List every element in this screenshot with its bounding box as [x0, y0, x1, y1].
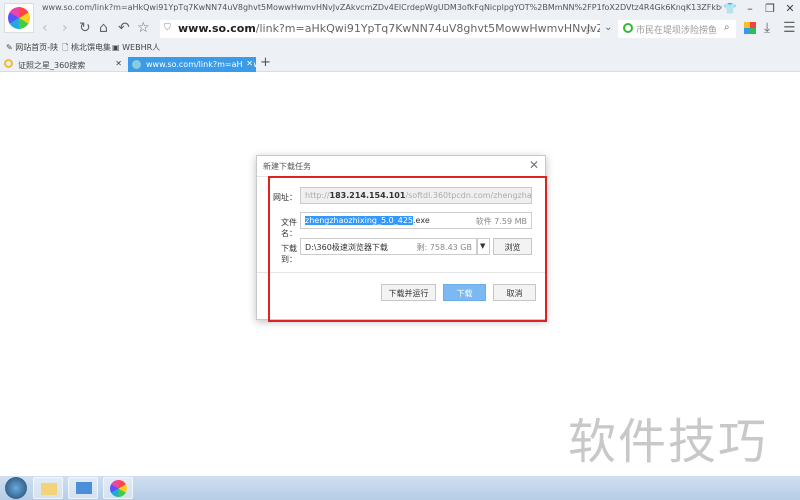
new-download-dialog: 新建下载任务 ✕ 网址： http://183.214.154.101/soft… — [256, 155, 546, 320]
cancel-button[interactable]: 取消 — [493, 284, 536, 301]
star-icon[interactable]: ☆ — [137, 20, 150, 36]
skin-icon[interactable]: 👕 — [722, 2, 738, 15]
taskbar — [0, 476, 800, 500]
search-input[interactable]: 市民在堤坝涉险捞鱼 — [618, 20, 736, 38]
download-run-button[interactable]: 下载并运行 — [381, 284, 436, 301]
file-size: 软件 7.59 MB — [475, 217, 527, 226]
window-title: www.so.com/link?m=aHkQwi91YpTq7KwNN74uV8… — [42, 3, 722, 12]
filename-field[interactable]: zhengzhaozhixing_5.0_425.exe 软件 7.59 MB — [300, 212, 532, 229]
browser-taskbar-icon[interactable] — [103, 477, 133, 499]
refresh-icon[interactable]: ↻ — [79, 20, 91, 36]
close-button[interactable]: ✕ — [782, 2, 798, 15]
browse-button[interactable]: 浏览 — [493, 238, 532, 255]
home-icon[interactable]: ⌂ — [99, 20, 108, 36]
bookmark-item[interactable]: ✎ 网站首页-陕 — [6, 42, 58, 53]
dialog-title: 新建下载任务 — [263, 162, 311, 171]
browser-logo[interactable] — [4, 3, 34, 33]
url-label: 网址： — [273, 193, 297, 202]
saveto-field[interactable]: D:\360极速浏览器下载 剩: 758.43 GB — [300, 238, 477, 255]
start-button[interactable] — [5, 477, 27, 499]
watermark: 软件技巧 — [568, 414, 769, 470]
dialog-close-icon[interactable]: ✕ — [529, 158, 539, 172]
url-field[interactable]: http://183.214.154.101/softdl.360tpcdn.c… — [300, 187, 532, 204]
search-icon[interactable]: ⌕ — [724, 22, 730, 33]
apps-icon[interactable] — [744, 22, 756, 34]
address-bar[interactable]: www.so.com/link?m=aHkQwi91YpTq7KwNN74uV8… — [160, 20, 600, 38]
control-panel-icon[interactable] — [68, 477, 98, 499]
browser-chrome: www.so.com/link?m=aHkQwi91YpTq7KwNN74uV8… — [0, 0, 800, 72]
new-tab-button[interactable]: + — [260, 55, 271, 70]
divider — [257, 176, 545, 177]
saveto-dropdown-icon[interactable]: ▼ — [477, 238, 490, 255]
tab-search[interactable]: 证照之星_360搜索 ✕ — [0, 57, 126, 72]
tab-icon — [4, 59, 13, 68]
download-icon[interactable]: ⤓ — [764, 20, 770, 36]
download-button[interactable]: 下载 — [443, 284, 486, 301]
restore-button[interactable]: ❐ — [762, 2, 778, 15]
free-space: 剩: 758.43 GB — [416, 243, 472, 252]
explorer-icon[interactable] — [33, 477, 63, 499]
shield-icon: ⛉ — [164, 23, 171, 33]
bookmark-item[interactable]: ▣ WEBHR人 — [112, 42, 160, 53]
forward-icon[interactable]: › — [62, 20, 68, 36]
url-domain: www.so.com — [178, 22, 256, 35]
bookmark-item[interactable]: 🗋 桃北馔电集 — [62, 42, 111, 56]
divider — [257, 272, 545, 273]
tab-close-icon[interactable]: ✕ — [115, 59, 122, 68]
dropdown-icon[interactable]: ⌄ — [604, 22, 612, 33]
so-search-icon — [623, 23, 633, 33]
menu-icon[interactable]: ☰ — [783, 20, 796, 36]
back-icon[interactable]: ‹ — [42, 20, 48, 36]
favorite-icon[interactable]: ☆ — [584, 22, 594, 35]
tab-close-icon[interactable]: ✕ — [243, 59, 253, 68]
undo-icon[interactable]: ↶ — [118, 20, 130, 36]
tab-icon — [132, 60, 141, 69]
minimize-button[interactable]: – — [742, 2, 758, 15]
url-path: /link?m=aHkQwi91YpTq7KwNN74uV8ghvt5MowwH… — [255, 22, 600, 35]
saveto-label: 下载到： — [281, 244, 297, 264]
filename-label: 文件名： — [281, 218, 297, 238]
tab-active[interactable]: www.so.com/link?m=aHkQw ✕ — [128, 57, 256, 72]
